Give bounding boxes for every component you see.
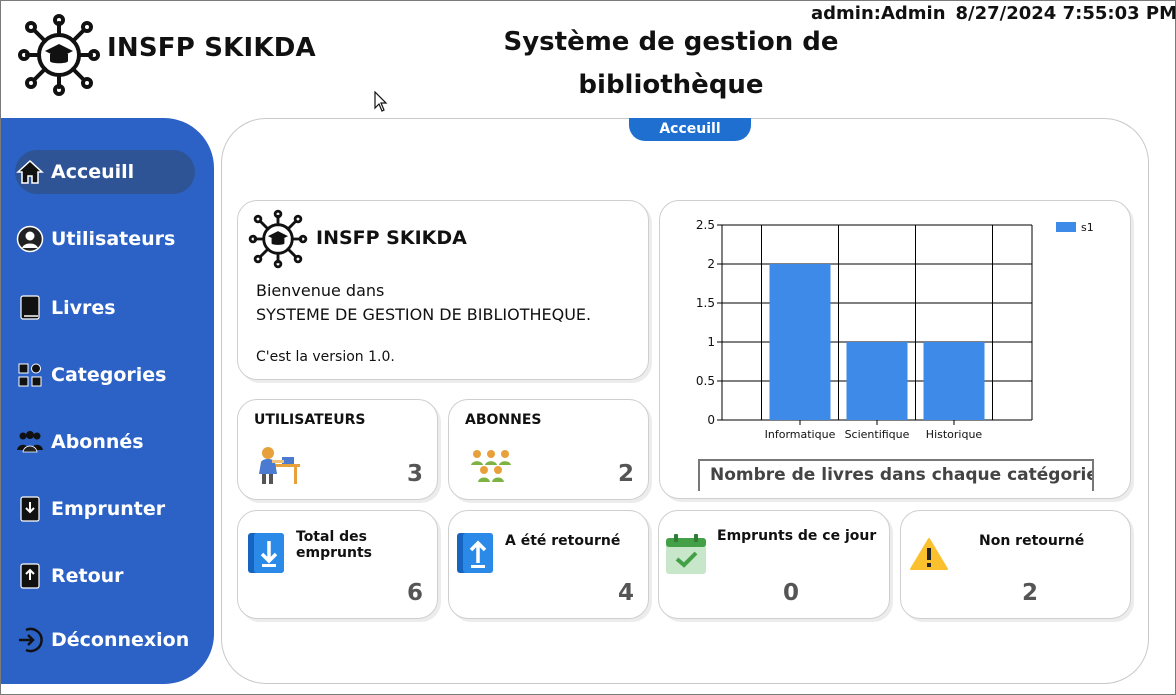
bar-informatique	[769, 264, 831, 420]
sidebar-item-label: Livres	[51, 297, 116, 319]
return-book-icon	[457, 533, 493, 573]
stat-value: 4	[617, 580, 634, 606]
categories-icon	[15, 360, 45, 390]
stat-value: 0	[783, 580, 800, 606]
stat-card-non-retourne: Non retourné 2	[900, 510, 1131, 619]
x-tick-label: Historique	[926, 428, 983, 441]
stat-value: 6	[406, 580, 423, 606]
return-icon	[15, 561, 45, 591]
sidebar-item-livres[interactable]: Livres	[15, 286, 195, 330]
bar-scientifique	[846, 342, 908, 420]
insfp-logo-icon	[248, 209, 308, 269]
y-tick-label: 2	[707, 257, 715, 271]
stat-label: UTILISATEURS	[254, 412, 366, 428]
legend-label: s1	[1081, 221, 1094, 234]
stat-value: 3	[406, 461, 423, 487]
stat-label: A été retourné	[505, 533, 621, 549]
book-icon	[15, 293, 45, 323]
sidebar-item-label: Déconnexion	[51, 629, 190, 651]
sidebar-item-acceuill[interactable]: Acceuill	[15, 150, 195, 194]
y-tick-label: 2.5	[696, 218, 715, 232]
brand-name: INSFP SKIKDA	[107, 33, 316, 63]
stat-value: 2	[1022, 580, 1039, 606]
session-info: admin:Admin 8/27/2024 7:55:03 PM	[801, 3, 1176, 24]
app-window: INSFP SKIKDA Système de gestion de bibli…	[1, 1, 1176, 695]
stat-label: Total des emprunts	[296, 529, 372, 561]
stat-label: ABONNES	[465, 412, 542, 428]
warning-icon	[910, 538, 948, 570]
stat-card-utilisateurs: UTILISATEURS 3	[237, 399, 438, 500]
sidebar-item-label: Emprunter	[51, 498, 166, 520]
y-tick-label: 1	[707, 335, 715, 349]
sidebar-item-retour[interactable]: Retour	[15, 554, 195, 598]
welcome-line1: Bienvenue dans	[256, 281, 385, 300]
app-title: Système de gestion de bibliothèque	[481, 21, 861, 107]
stat-label: Non retourné	[979, 533, 1085, 549]
insfp-logo-icon	[18, 14, 100, 96]
welcome-brand: INSFP SKIKDA	[316, 227, 467, 249]
session-datetime: 8/27/2024 7:55:03 PM	[955, 3, 1176, 24]
chart-caption: Nombre de livres dans chaque catégorie	[698, 459, 1094, 491]
sidebar-item-label: Categories	[51, 364, 167, 386]
home-icon	[15, 157, 45, 187]
subscribers-group-icon	[471, 450, 511, 482]
mouse-cursor-icon	[374, 91, 388, 112]
session-user: admin:Admin	[810, 3, 946, 24]
welcome-line2: SYSTEME DE GESTION DE BIBLIOTHEQUE.	[256, 305, 592, 324]
stat-value: 2	[617, 461, 634, 487]
sidebar-item-utilisateurs[interactable]: Utilisateurs	[15, 217, 195, 261]
borrow-icon	[15, 494, 45, 524]
tab-acceuill[interactable]: Acceuill	[629, 118, 751, 141]
sidebar-item-label: Utilisateurs	[51, 228, 176, 250]
stat-card-abonnes: ABONNES 2	[448, 399, 649, 500]
stat-card-total-emprunts: Total des emprunts 6	[237, 510, 438, 619]
reading-person-icon	[259, 447, 300, 484]
category-bar-chart: 0 0.5 1 1.5 2 2.5 Informatique Scientifique Hist…	[696, 218, 1094, 441]
chart-card: 0 0.5 1 1.5 2 2.5 Informatique Scientifique Hist…	[659, 200, 1131, 499]
legend-swatch	[1056, 222, 1076, 232]
x-tick-label: Scientifique	[845, 428, 910, 441]
y-tick-label: 1.5	[696, 296, 715, 310]
sidebar-item-label: Retour	[51, 565, 124, 587]
sidebar-item-emprunter[interactable]: Emprunter	[15, 487, 195, 531]
y-tick-label: 0.5	[696, 374, 715, 388]
user-icon	[15, 224, 45, 254]
x-tick-label: Informatique	[765, 428, 836, 441]
borrow-book-icon	[248, 533, 284, 573]
sidebar-item-label: Acceuill	[51, 161, 135, 183]
app-title-line2: bibliothèque	[578, 70, 764, 100]
sidebar-item-abonnes[interactable]: Abonnés	[15, 420, 195, 464]
logout-icon	[15, 625, 45, 655]
version-text: C'est la version 1.0.	[256, 349, 395, 365]
sidebar-item-deconnexion[interactable]: Déconnexion	[15, 618, 195, 662]
welcome-card: INSFP SKIKDA Bienvenue dans SYSTEME DE G…	[237, 200, 649, 380]
y-tick-label: 0	[707, 413, 715, 427]
calendar-check-icon	[666, 534, 706, 574]
stat-label: Emprunts de ce jour	[717, 528, 877, 544]
group-icon	[15, 427, 45, 457]
bar-historique	[923, 342, 985, 420]
sidebar-item-categories[interactable]: Categories	[15, 353, 195, 397]
sidebar-item-label: Abonnés	[51, 431, 144, 453]
app-title-line1: Système de gestion de	[503, 27, 839, 57]
stat-card-retourne: A été retourné 4	[448, 510, 649, 619]
stat-card-emprunts-jour: Emprunts de ce jour 0	[658, 510, 890, 619]
sidebar: Acceuill Utilisateurs Livres Categories …	[1, 118, 214, 684]
